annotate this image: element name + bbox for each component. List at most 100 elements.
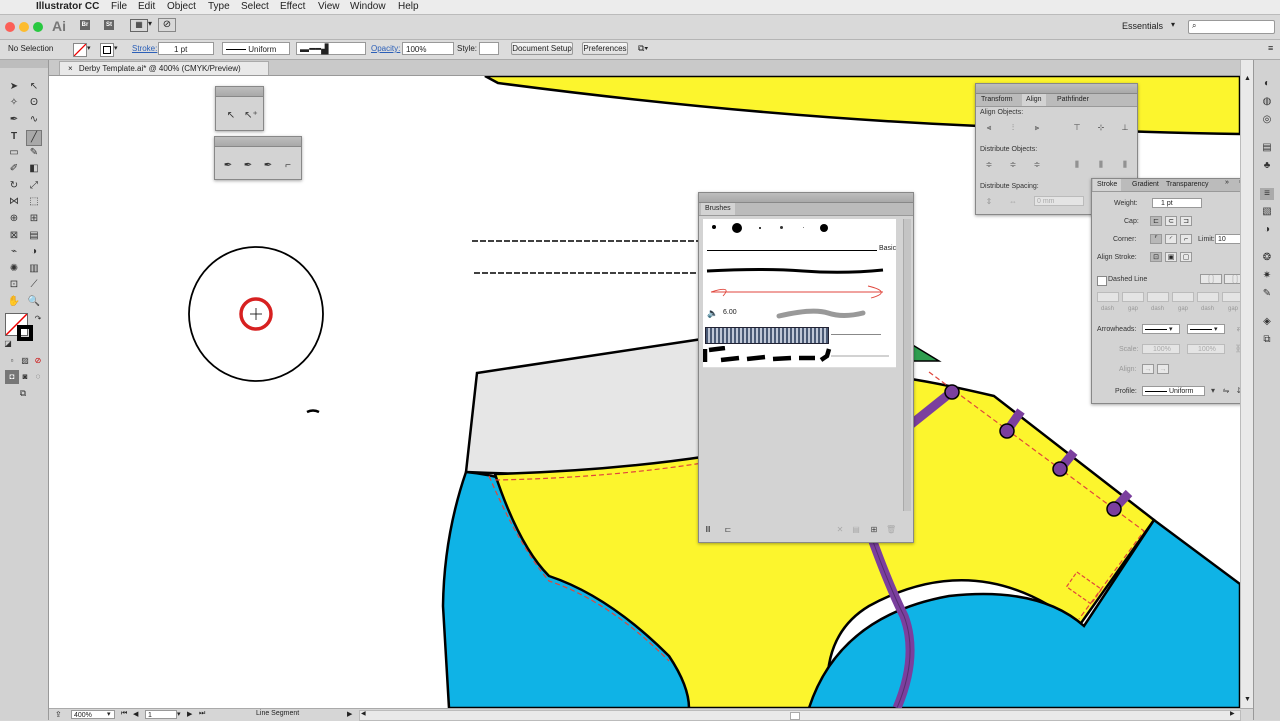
- stroke-label-link[interactable]: Stroke:: [132, 44, 157, 53]
- draw-behind-icon[interactable]: ◙: [18, 370, 32, 384]
- panel-menu-icon[interactable]: ≡: [1268, 43, 1273, 53]
- menu-help[interactable]: Help: [398, 1, 419, 12]
- align-stroke-inside-button[interactable]: ▣: [1165, 252, 1177, 262]
- swap-fill-stroke-icon[interactable]: ↷: [31, 312, 45, 326]
- gradient-tool-icon[interactable]: ▤: [27, 229, 41, 243]
- pattern-brush-row[interactable]: [703, 325, 896, 347]
- dash-1-input[interactable]: [1097, 292, 1119, 302]
- arrange-documents-icon[interactable]: ▦: [130, 19, 148, 32]
- color-panel-icon[interactable]: ◐: [1260, 78, 1274, 90]
- tab-gradient[interactable]: Gradient: [1128, 179, 1163, 191]
- start-arrowhead-dropdown[interactable]: ▾: [1142, 324, 1180, 334]
- default-fill-stroke-icon[interactable]: ◪: [1, 337, 15, 351]
- shape-builder-tool-icon[interactable]: ⊕: [7, 212, 21, 226]
- next-artboard-icon[interactable]: ▶: [187, 710, 192, 718]
- art-brush-charcoal-row[interactable]: [703, 261, 896, 283]
- perspective-grid-tool-icon[interactable]: ⊞: [27, 212, 41, 226]
- dash-3-input[interactable]: [1197, 292, 1219, 302]
- horizontal-distribute-left-icon[interactable]: ⫼: [1072, 160, 1082, 169]
- miter-join-button[interactable]: ⌜: [1150, 234, 1162, 244]
- stroke-weight-input[interactable]: 1 pt: [1152, 198, 1202, 208]
- appearance-panel-icon[interactable]: ❂: [1260, 252, 1274, 264]
- vertical-distribute-center-icon[interactable]: ≑: [1008, 160, 1018, 169]
- symbol-sprayer-tool-icon[interactable]: ✺: [7, 262, 21, 276]
- menu-view[interactable]: View: [318, 1, 340, 12]
- tearoff-title-bar[interactable]: [215, 137, 301, 147]
- scroll-thumb[interactable]: [790, 712, 800, 720]
- hand-tool-icon[interactable]: ✋: [7, 295, 21, 309]
- bevel-join-button[interactable]: ⌐: [1180, 234, 1192, 244]
- screen-mode-icon[interactable]: ⧉: [16, 386, 30, 400]
- basic-brush-row[interactable]: Basic: [703, 240, 896, 262]
- none-mode-icon[interactable]: ⊘: [31, 354, 45, 368]
- bristle-brush-row[interactable]: 🔈 6.00: [703, 303, 896, 326]
- tab-transform[interactable]: Transform: [977, 94, 1017, 106]
- shaper-tool-icon[interactable]: ✐: [7, 162, 21, 176]
- scroll-down-icon[interactable]: ▼: [1244, 696, 1251, 703]
- vertical-distribute-bottom-icon[interactable]: ≑: [1032, 160, 1042, 169]
- new-brush-icon[interactable]: ⊞: [869, 525, 879, 534]
- minimize-window-button[interactable]: [19, 22, 29, 32]
- gap-2-input[interactable]: [1172, 292, 1194, 302]
- arrow-tip-beyond-button[interactable]: →: [1142, 364, 1154, 374]
- transparency-panel-icon[interactable]: ◑: [1260, 224, 1274, 236]
- tearoff-title-bar[interactable]: [216, 87, 263, 97]
- draw-normal-icon[interactable]: ◘: [5, 370, 19, 384]
- add-anchor-point-tool-icon[interactable]: ✒: [241, 159, 255, 173]
- vertical-align-center-icon[interactable]: ⊹: [1096, 123, 1106, 132]
- tab-pathfinder[interactable]: Pathfinder: [1053, 94, 1093, 106]
- vertical-scrollbar[interactable]: ▲ ▼: [1240, 60, 1254, 708]
- anchor-point-tool-icon[interactable]: ⌐: [281, 159, 295, 173]
- vertical-align-bottom-icon[interactable]: ⊥: [1120, 123, 1130, 132]
- brush-definition-dropdown[interactable]: ▬ ━ ━ ▟: [296, 42, 366, 55]
- selection-tool-icon[interactable]: ↖: [224, 109, 238, 123]
- arrow-tip-at-end-button[interactable]: →: [1157, 364, 1169, 374]
- brush-swatch[interactable]: [712, 225, 716, 229]
- blend-tool-icon[interactable]: ◑: [27, 245, 41, 259]
- horizontal-align-left-icon[interactable]: ⫷: [984, 123, 994, 132]
- scroll-up-icon[interactable]: ▲: [1244, 75, 1251, 82]
- menu-file[interactable]: File: [111, 1, 127, 12]
- tab-brushes[interactable]: Brushes: [701, 203, 735, 215]
- graphic-style-dropdown[interactable]: [479, 42, 499, 55]
- calligraphic-brush-row[interactable]: [703, 219, 896, 241]
- width-tool-icon[interactable]: ⋈: [7, 195, 21, 209]
- preferences-button[interactable]: Preferences: [582, 42, 628, 55]
- workspace-switcher[interactable]: Essentials: [1122, 21, 1163, 31]
- graphic-styles-icon[interactable]: ✷: [1260, 270, 1274, 282]
- bridge-button[interactable]: Br: [80, 20, 90, 30]
- document-setup-button[interactable]: Document Setup: [511, 42, 573, 55]
- zoom-tool-icon[interactable]: 🔍: [27, 295, 41, 309]
- horizontal-distribute-right-icon[interactable]: ⫼: [1120, 160, 1130, 169]
- chevron-down-icon[interactable]: ▾: [87, 44, 91, 52]
- align-stroke-center-button[interactable]: ⊡: [1150, 252, 1162, 262]
- menu-select[interactable]: Select: [241, 1, 269, 12]
- curvature-tool-icon[interactable]: ∿: [27, 113, 41, 127]
- tab-stroke[interactable]: Stroke: [1093, 179, 1122, 191]
- horizontal-align-right-icon[interactable]: ⫸: [1032, 123, 1042, 132]
- vertical-align-top-icon[interactable]: ⊤: [1072, 123, 1082, 132]
- chevron-down-icon[interactable]: ▾: [107, 710, 111, 718]
- dashed-line-checkbox[interactable]: [1097, 276, 1107, 286]
- opacity-field[interactable]: 100%: [402, 42, 454, 55]
- paintbrush-tool-icon[interactable]: ✎: [27, 146, 41, 160]
- open-in-bridge-icon[interactable]: ⇪: [55, 710, 62, 719]
- mesh-tool-icon[interactable]: ⊠: [7, 229, 21, 243]
- color-mode-icon[interactable]: ▫: [5, 354, 19, 368]
- brush-libraries-icon[interactable]: Ⅲ: [703, 525, 713, 534]
- search-input[interactable]: ⌕: [1188, 20, 1275, 34]
- status-menu-icon[interactable]: ▶: [347, 710, 352, 718]
- dash-2-input[interactable]: [1147, 292, 1169, 302]
- arrange-icon[interactable]: ⧉▾: [638, 43, 648, 54]
- artboard-tool-icon[interactable]: ⊡: [7, 278, 21, 292]
- vertical-distribute-space-icon[interactable]: ⇕: [984, 197, 994, 206]
- butt-cap-button[interactable]: ⊏: [1150, 216, 1162, 226]
- brush-swatch[interactable]: [759, 227, 761, 229]
- chevron-down-icon[interactable]: ▾: [1171, 20, 1175, 29]
- horizontal-distribute-space-icon[interactable]: ⇔: [1008, 197, 1018, 206]
- fill-swatch[interactable]: [73, 43, 87, 57]
- preserve-dash-button[interactable]: [ ]: [1200, 274, 1222, 284]
- layers-panel-icon[interactable]: ◈: [1260, 316, 1274, 328]
- flip-along-icon[interactable]: ⇋: [1221, 386, 1231, 395]
- end-arrowhead-dropdown[interactable]: ▾: [1187, 324, 1225, 334]
